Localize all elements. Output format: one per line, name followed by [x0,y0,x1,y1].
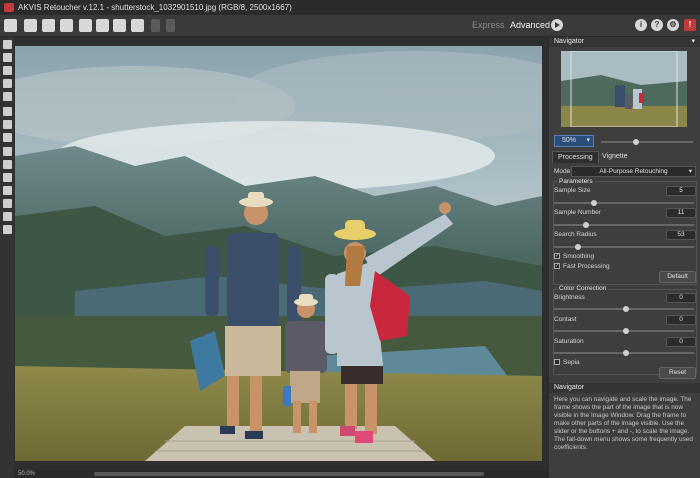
load-preset-icon[interactable] [79,19,92,32]
app-logo-icon [4,3,14,12]
default-button[interactable]: Default [659,271,696,283]
help-header: Navigator [549,383,700,393]
open-file-icon[interactable] [24,19,37,32]
sample-size-label: Sample Size [554,187,591,194]
healing-brush-icon[interactable] [3,160,12,169]
contrast-slider[interactable] [554,328,694,334]
navigator-zoom-slider[interactable] [601,139,693,145]
color-correction-title: Color Correction [557,285,609,292]
image-window[interactable] [14,37,548,470]
search-radius-slider[interactable] [554,244,694,250]
brightness-slider[interactable] [554,306,694,312]
crop-icon[interactable] [3,199,12,208]
zoom-slider-thumb[interactable] [633,139,639,145]
navigator-title: Navigator [554,38,584,45]
navigator-zoom-select[interactable]: 50% ▾ [554,135,594,147]
navigator-header[interactable]: Navigator ▾ [549,37,700,47]
save-preset-icon[interactable] [96,19,109,32]
zoom-icon[interactable] [3,225,12,234]
patch-icon[interactable] [3,147,12,156]
redo-icon[interactable] [166,19,175,32]
zoom-status: 50.0% [18,471,36,477]
home-icon[interactable] [4,19,17,32]
horizontal-scrollbar[interactable] [94,472,484,476]
contrast-thumb[interactable] [623,328,629,334]
sample-size-slider[interactable] [554,200,694,206]
retouch-brush-icon[interactable] [3,40,12,49]
saturation-input[interactable]: 0 [666,337,696,347]
sepia-checkbox[interactable] [554,359,560,365]
parameters-title: Parameters [557,178,595,185]
mode-express-link[interactable]: Express [472,20,505,30]
lasso-icon[interactable] [3,120,12,129]
settings-panel: Navigator ▾ 50% ▾ Processing Vignette Mo… [548,37,700,478]
contrast-input[interactable]: 0 [666,315,696,325]
magic-wand-icon[interactable] [3,92,12,101]
navigator-thumbnail[interactable] [561,51,687,127]
fast-processing-checkbox[interactable]: ✓ [554,263,560,269]
print-icon[interactable] [60,19,73,32]
status-bar: 50.0% [14,470,548,478]
brightness-thumb[interactable] [623,306,629,312]
info-icon[interactable]: i [635,19,647,31]
search-radius-thumb[interactable] [575,244,581,250]
mode-label: Mode: [554,168,573,175]
smoothing-checkbox[interactable]: ✓ [554,253,560,259]
eraser-icon[interactable] [3,66,12,75]
saturation-label: Saturation [554,338,584,345]
clone-stamp-icon[interactable] [3,173,12,182]
navigator-zoom-value: 50% [562,137,577,144]
tab-vignette[interactable]: Vignette [597,151,633,163]
stamp-icon[interactable] [3,53,12,62]
saturation-thumb[interactable] [623,350,629,356]
search-radius-input[interactable]: 53 [666,230,696,240]
sample-size-thumb[interactable] [591,200,597,206]
tools-panel [0,37,14,478]
mode-chevron-icon: ▾ [688,168,692,175]
sample-number-label: Sample Number [554,209,601,216]
save-file-icon[interactable] [42,19,55,32]
chameleon-brush-icon[interactable] [3,186,12,195]
reset-button[interactable]: Reset [659,367,696,379]
mode-advanced-link[interactable]: Advanced [510,20,550,30]
main-toolbar: Express Advanced [0,15,700,37]
smoothing-label: Smoothing [563,253,595,260]
sample-number-slider[interactable] [554,222,694,228]
help-text: Here you can navigate and scale the imag… [554,396,693,451]
run-processing-icon[interactable] [551,19,563,31]
help-icon[interactable]: ? [651,19,663,31]
brightness-input[interactable]: 0 [666,293,696,303]
mode-select[interactable]: All-Purpose Retouching ▾ [571,166,696,177]
pencil-icon[interactable] [3,79,12,88]
search-radius-label: Search Radius [554,231,597,238]
fill-icon[interactable] [3,133,12,142]
sample-number-input[interactable]: 11 [666,208,696,218]
zoom-chevron-icon: ▾ [586,137,590,144]
notifications-icon[interactable]: ! [684,19,696,31]
fast-processing-label: Fast Processing [563,263,610,270]
sample-size-input[interactable]: 5 [666,186,696,196]
sample-number-thumb[interactable] [583,222,589,228]
hand-icon[interactable] [3,212,12,221]
brightness-label: Brightness [554,294,585,301]
tab-processing[interactable]: Processing [552,151,599,163]
window-title: AKVIS Retoucher v.12.1 - shutterstock_10… [18,3,292,12]
help-title: Navigator [554,384,584,391]
sepia-label: Sepia [563,359,580,366]
contrast-label: Contast [554,316,577,323]
gear-icon[interactable]: ⚙ [667,19,679,31]
photo-image[interactable] [15,46,542,461]
export-icon[interactable] [113,19,126,32]
batch-icon[interactable] [131,19,144,32]
selection-brush-icon[interactable] [3,107,12,116]
mode-value: All-Purpose Retouching [599,168,668,175]
saturation-slider[interactable] [554,350,694,356]
undo-icon[interactable] [151,19,160,32]
title-bar: AKVIS Retoucher v.12.1 - shutterstock_10… [0,0,700,15]
chevron-down-icon[interactable]: ▾ [691,37,695,47]
